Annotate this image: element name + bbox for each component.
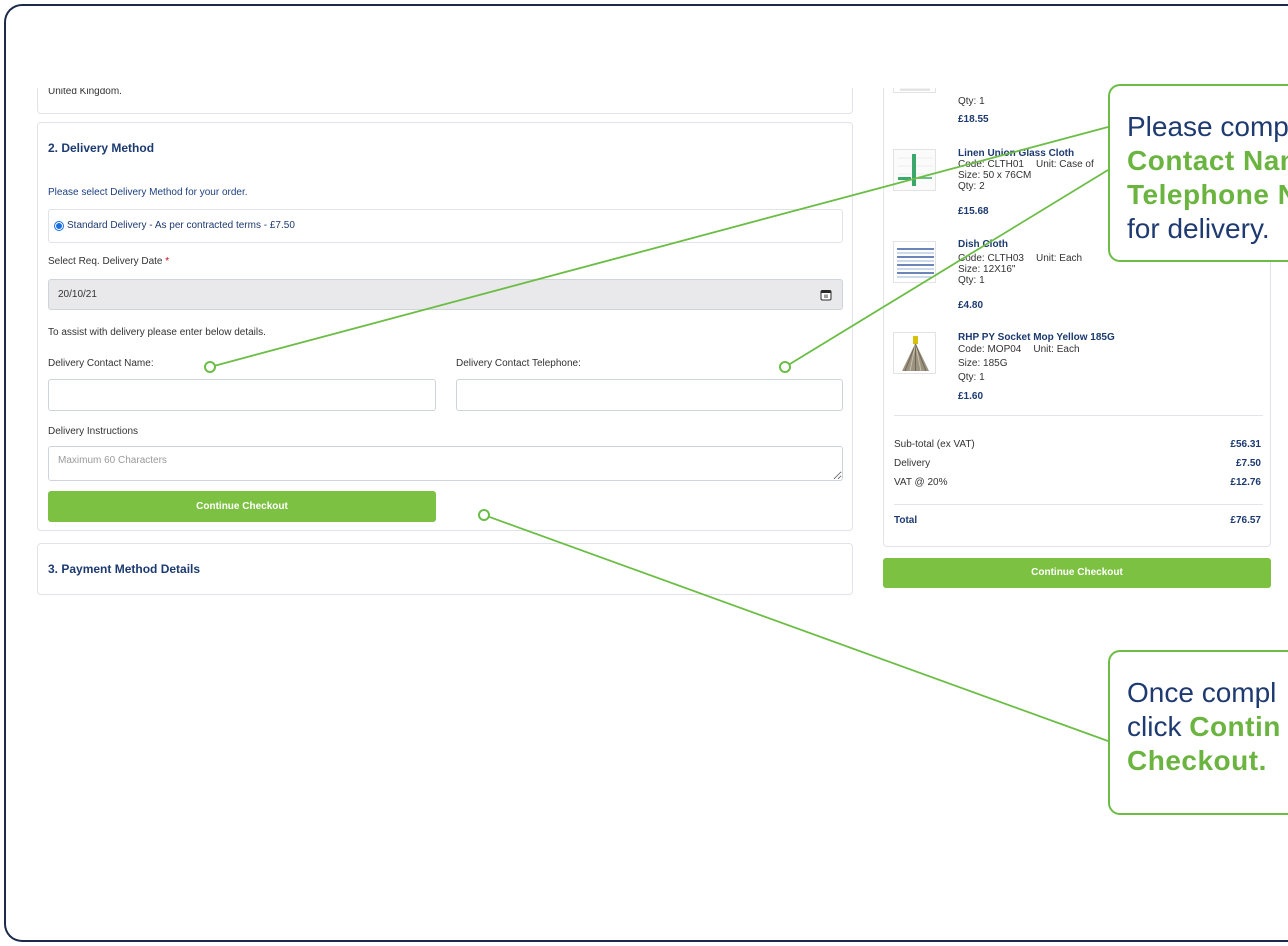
payment-method-card[interactable]: 3. Payment Method Details — [37, 543, 853, 595]
callout-line: click Contin — [1127, 710, 1288, 744]
callout-line: Telephone N — [1127, 178, 1288, 212]
glass-cloth-image — [893, 149, 936, 191]
delivery-date-label-text: Select Req. Delivery Date — [48, 256, 163, 267]
address-country: United Kingdom. — [48, 88, 122, 97]
item-price: £18.55 — [958, 114, 989, 125]
item-qty: Qty: 1 — [958, 96, 985, 107]
section-title[interactable]: 3. Payment Method Details — [48, 562, 200, 576]
callout-text: Once compl — [1127, 677, 1277, 708]
continue-checkout-button[interactable]: Continue Checkout — [48, 491, 436, 522]
delivery-row: Delivery £7.50 — [894, 458, 1261, 470]
callout-line: Contact Nam — [1127, 144, 1288, 178]
contact-phone-input[interactable] — [456, 379, 843, 411]
mop-image — [893, 332, 936, 374]
total-value: £76.57 — [1230, 515, 1261, 526]
delivery-option-standard[interactable]: Standard Delivery - As per contracted te… — [48, 209, 843, 243]
total-row: Total £76.57 — [894, 515, 1261, 527]
delivery-instructions-textarea[interactable] — [48, 446, 843, 481]
delivery-value: £7.50 — [1235, 458, 1261, 469]
item-name: RHP PY Socket Mop Yellow 185G — [958, 332, 1115, 343]
dish-cloth-image — [893, 241, 936, 283]
callout-continue-checkout: Once compl click Contin Checkout. — [1108, 650, 1288, 815]
subtotal-label: Sub-total (ex VAT) — [894, 439, 975, 450]
callout-highlight: Contin — [1189, 711, 1281, 742]
vat-label: VAT @ 20% — [894, 477, 948, 488]
divider — [894, 415, 1263, 416]
divider — [894, 504, 1263, 505]
item-price: £15.68 — [958, 206, 989, 217]
address-card: United Kingdom. — [37, 88, 853, 114]
callout-contact-details: Please comp Contact Nam Telephone N for … — [1108, 84, 1288, 262]
subtotal-row: Sub-total (ex VAT) £56.31 — [894, 439, 1261, 451]
callout-highlight: Checkout. — [1127, 745, 1267, 776]
item-price: £4.80 — [958, 300, 984, 311]
callout-highlight: Telephone N — [1127, 179, 1288, 210]
item-price: £1.60 — [958, 391, 984, 402]
item-qty: Qty: 1 — [958, 275, 985, 286]
vat-row: VAT @ 20% £12.76 — [894, 477, 1261, 489]
delivery-instructions-label: Delivery Instructions — [48, 426, 139, 437]
summary-continue-checkout-button[interactable]: Continue Checkout — [883, 558, 1271, 588]
product-image — [893, 88, 936, 93]
callout-line: Once compl — [1127, 676, 1288, 710]
delivery-option-label[interactable]: Standard Delivery - As per contracted te… — [67, 220, 295, 232]
item-code-line: Code: MOP04 Unit: Each — [958, 344, 1080, 356]
item-qty: Qty: 2 — [958, 181, 985, 192]
item-unit: Unit: Case of — [1035, 159, 1094, 170]
item-size: Size: 185G — [958, 358, 1008, 369]
item-unit: Unit: Each — [1035, 253, 1083, 264]
checkout-page: United Kingdom. 2. Delivery Method Pleas… — [0, 88, 1288, 608]
total-label: Total — [894, 515, 918, 526]
callout-text: click — [1127, 711, 1190, 742]
delivery-date-label: Select Req. Delivery Date * — [48, 256, 169, 268]
callout-line: for delivery. — [1127, 212, 1288, 246]
callout-text: Please comp — [1127, 111, 1288, 142]
vat-value: £12.76 — [1230, 477, 1261, 488]
delivery-label: Delivery — [894, 458, 931, 469]
contact-name-label: Delivery Contact Name: — [48, 358, 154, 369]
subtotal-value: £56.31 — [1230, 439, 1261, 450]
delivery-date-input[interactable] — [48, 279, 843, 310]
required-marker: * — [165, 256, 170, 267]
section-title: 2. Delivery Method — [48, 141, 155, 155]
delivery-option-radio[interactable] — [54, 221, 64, 231]
assist-text: To assist with delivery please enter bel… — [48, 327, 266, 338]
callout-text: for delivery. — [1127, 213, 1270, 244]
item-code: Code: CLTH01 — [958, 159, 1024, 170]
contact-phone-label: Delivery Contact Telephone: — [456, 358, 581, 369]
delivery-method-card: 2. Delivery Method Please select Deliver… — [37, 122, 853, 531]
calendar-icon[interactable] — [820, 288, 832, 301]
delivery-instruction-text: Please select Delivery Method for your o… — [48, 187, 248, 198]
item-code: Code: MOP04 — [958, 344, 1022, 355]
item-unit: Unit: Each — [1033, 344, 1080, 355]
item-name: Dish Cloth — [958, 239, 1008, 250]
item-qty: Qty: 1 — [958, 372, 985, 383]
callout-line: Please comp — [1127, 110, 1288, 144]
callout-line: Checkout. — [1127, 744, 1288, 778]
callout-highlight: Contact Nam — [1127, 145, 1288, 176]
item-code: Code: CLTH03 — [958, 253, 1024, 264]
contact-name-input[interactable] — [48, 379, 436, 411]
